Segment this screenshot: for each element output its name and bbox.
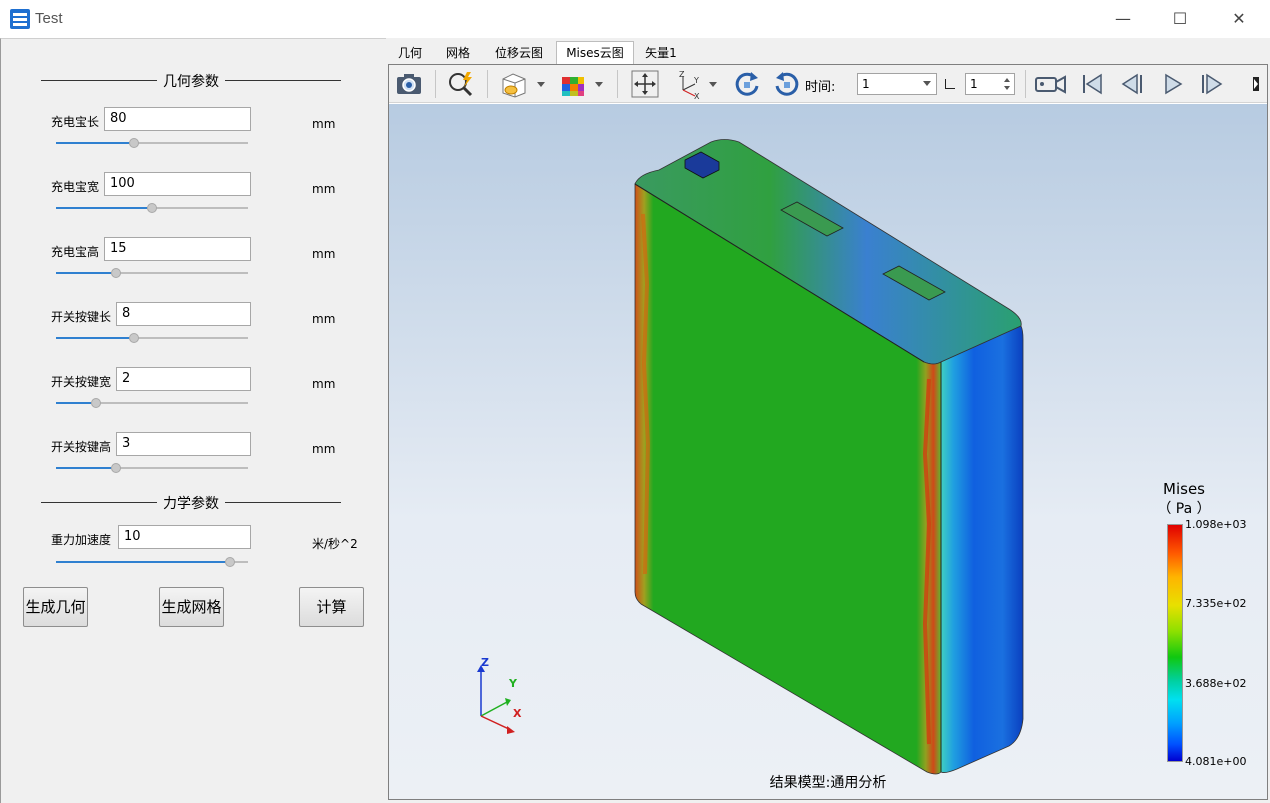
param-input[interactable]: 100: [104, 172, 251, 196]
legend-title: Mises: [1163, 480, 1205, 498]
chevron-down-icon[interactable]: [593, 68, 605, 100]
axis-y-label: Y: [509, 677, 517, 690]
param-label: 充电宝高: [51, 245, 100, 259]
viewer-panel: ZYX 时间: 1 1 Z Y X Mises （ Pa ） 1.098e+03…: [388, 64, 1268, 800]
gravity-unit: 米/秒^2: [312, 537, 358, 551]
generate-mesh-button[interactable]: 生成网格: [159, 587, 224, 627]
param-slider[interactable]: [56, 267, 248, 279]
mechanics-group-header: 力学参数: [41, 493, 341, 513]
param-label: 充电宝宽: [51, 180, 100, 194]
tab-mesh[interactable]: 网格: [436, 42, 480, 64]
skip-last-icon[interactable]: [1237, 68, 1265, 100]
legend-color-bar: [1167, 524, 1183, 762]
tab-displacement[interactable]: 位移云图: [486, 42, 552, 64]
chevron-down-icon: [923, 81, 931, 86]
step-value: 1: [970, 77, 978, 91]
slider-thumb[interactable]: [225, 557, 235, 567]
rotate-cw-icon[interactable]: [731, 68, 763, 100]
param-label: 开关按键长: [51, 310, 112, 324]
slider-thumb[interactable]: [91, 398, 101, 408]
param-unit: mm: [312, 182, 336, 196]
param-slider[interactable]: [56, 397, 248, 409]
video-camera-icon[interactable]: [1033, 68, 1069, 100]
axis-icon[interactable]: ZYX: [673, 68, 703, 100]
view-cube-icon[interactable]: [497, 68, 531, 100]
model-canvas[interactable]: Z Y X Mises （ Pa ） 1.098e+03 7.335e+02 3…: [389, 104, 1267, 799]
step-back-icon[interactable]: [1117, 68, 1147, 100]
zoom-fit-icon[interactable]: [445, 68, 477, 100]
result-model-label: 结果模型:通用分析: [769, 775, 887, 791]
param-unit: mm: [312, 312, 336, 326]
step-spinbox[interactable]: 1: [965, 73, 1015, 95]
render-style-icon[interactable]: [557, 68, 589, 100]
tab-mises[interactable]: Mises云图: [556, 41, 634, 64]
slider-thumb[interactable]: [129, 333, 139, 343]
tab-geometry[interactable]: 几何: [392, 42, 428, 64]
step-checkbox[interactable]: [945, 79, 955, 89]
svg-text:X: X: [694, 92, 700, 100]
param-slider[interactable]: [56, 332, 248, 344]
geometry-group-header: 几何参数: [41, 71, 341, 91]
title-bar: Test — ☐ ✕: [0, 0, 1270, 38]
slider-thumb[interactable]: [111, 268, 121, 278]
maximize-button[interactable]: ☐: [1160, 6, 1200, 32]
legend-min: 4.081e+00: [1185, 755, 1247, 768]
slider-thumb[interactable]: [147, 203, 157, 213]
svg-text:Z: Z: [679, 70, 685, 79]
result-area: 几何 网格 位移云图 Mises云图 矢量1 Z Y X 时间: 1 1 Z Y…: [386, 38, 1270, 803]
time-combobox[interactable]: 1: [857, 73, 937, 95]
legend-max: 1.098e+03: [1185, 518, 1247, 531]
param-unit: mm: [312, 442, 336, 456]
rotate-ccw-icon[interactable]: [771, 68, 803, 100]
param-input[interactable]: 80: [104, 107, 251, 131]
param-unit: mm: [312, 377, 336, 391]
param-input[interactable]: 15: [104, 237, 251, 261]
param-slider[interactable]: [56, 462, 248, 474]
chevron-down-icon[interactable]: [707, 68, 719, 100]
slider-thumb[interactable]: [129, 138, 139, 148]
param-label: 开关按键高: [51, 440, 112, 454]
minimize-button[interactable]: —: [1103, 6, 1143, 32]
viewer-toolbar: ZYX 时间: 1 1: [389, 65, 1267, 103]
compute-button[interactable]: 计算: [299, 587, 364, 627]
param-label: 开关按键宽: [51, 375, 112, 389]
legend-unit: （ Pa ）: [1157, 501, 1211, 517]
camera-icon[interactable]: [393, 68, 425, 100]
legend-value-2: 7.335e+02: [1185, 597, 1247, 610]
pan-icon[interactable]: [629, 68, 661, 100]
tab-vector[interactable]: 矢量1: [638, 42, 684, 64]
geometry-group-title: 几何参数: [157, 74, 225, 90]
gravity-input[interactable]: 10: [118, 525, 251, 549]
svg-text:Y: Y: [693, 76, 699, 85]
spin-arrows-icon[interactable]: [1003, 76, 1011, 92]
axis-x-label: X: [513, 707, 522, 720]
mechanics-group-title: 力学参数: [157, 496, 225, 512]
param-label: 充电宝长: [51, 115, 100, 129]
param-slider[interactable]: [56, 137, 248, 149]
param-input[interactable]: 8: [116, 302, 251, 326]
app-icon: [10, 9, 30, 29]
param-input[interactable]: 2: [116, 367, 251, 391]
skip-first-icon[interactable]: [1077, 68, 1107, 100]
generate-geometry-button[interactable]: 生成几何: [23, 587, 88, 627]
param-unit: mm: [312, 117, 336, 131]
chevron-down-icon[interactable]: [535, 68, 547, 100]
parameter-panel: 几何参数 充电宝长 80 mm 充电宝宽 100 mm 充电宝高 15 mm 开关按键长 8 mm 开关…: [0, 38, 386, 803]
step-forward-icon[interactable]: [1197, 68, 1227, 100]
param-input[interactable]: 3: [116, 432, 251, 456]
param-slider[interactable]: [56, 202, 248, 214]
time-label: 时间:: [805, 80, 836, 95]
gravity-label: 重力加速度: [51, 533, 112, 547]
play-icon[interactable]: [1157, 68, 1187, 100]
axis-triad: [477, 665, 515, 734]
slider-thumb[interactable]: [111, 463, 121, 473]
time-value: 1: [862, 77, 870, 91]
gravity-slider[interactable]: [56, 556, 248, 568]
param-unit: mm: [312, 247, 336, 261]
axis-z-label: Z: [481, 656, 489, 669]
window-title: Test: [35, 10, 63, 27]
legend-value-3: 3.688e+02: [1185, 677, 1247, 690]
close-button[interactable]: ✕: [1219, 6, 1259, 32]
